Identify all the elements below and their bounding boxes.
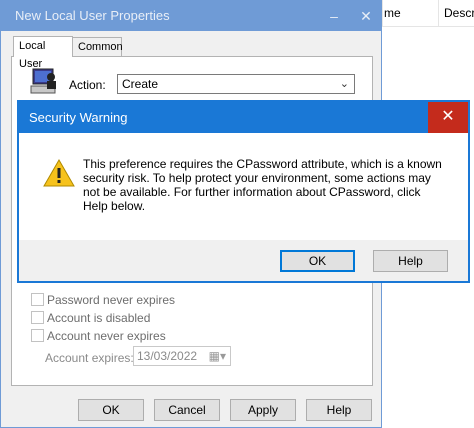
checkbox-box[interactable] — [31, 311, 44, 324]
checkbox-account-never-expires[interactable]: Account never expires — [31, 329, 166, 343]
chevron-down-icon: ⌄ — [339, 78, 349, 90]
checkbox-label: Account never expires — [47, 329, 166, 343]
list-header: me Descri — [382, 0, 474, 27]
action-select[interactable]: Create ⌄ — [117, 74, 355, 94]
account-expires-value: 13/03/2022 — [137, 349, 198, 363]
apply-button[interactable]: Apply — [230, 399, 296, 421]
security-warning-message: This preference requires the CPassword a… — [83, 157, 442, 213]
minimize-icon[interactable]: – — [325, 7, 343, 25]
account-expires-label: Account expires: — [45, 351, 134, 365]
column-header-name[interactable]: me — [384, 6, 401, 20]
dialog-help-button[interactable]: Help — [373, 250, 448, 272]
security-warning-title-bar[interactable]: Security Warning ✕ — [19, 102, 468, 133]
close-icon[interactable]: ✕ — [357, 7, 375, 25]
warning-icon — [43, 158, 75, 187]
checkbox-label: Password never expires — [47, 293, 176, 307]
column-header-description[interactable]: Descri — [444, 6, 474, 20]
tab-local-user[interactable]: Local User — [13, 36, 73, 70]
checkbox-box[interactable] — [31, 329, 44, 342]
account-expires-date-picker[interactable]: 13/03/2022 ▦▾ — [133, 346, 231, 366]
column-separator[interactable] — [438, 0, 439, 26]
tab-common[interactable]: Common — [72, 37, 123, 56]
dialog-ok-button[interactable]: OK — [280, 250, 355, 272]
calendar-icon[interactable]: ▦▾ — [209, 347, 226, 365]
checkbox-box[interactable] — [31, 293, 44, 306]
cancel-button[interactable]: Cancel — [154, 399, 220, 421]
checkbox-label: Account is disabled — [47, 311, 151, 325]
help-button[interactable]: Help — [306, 399, 372, 421]
checkbox-password-never-expires[interactable]: Password never expires — [31, 293, 175, 307]
properties-window-title: New Local User Properties — [15, 8, 170, 23]
action-label: Action: — [69, 78, 106, 92]
ok-button[interactable]: OK — [78, 399, 144, 421]
action-select-value: Create — [122, 77, 159, 91]
close-icon[interactable]: ✕ — [428, 102, 468, 133]
security-warning-title: Security Warning — [29, 110, 128, 125]
column-separator[interactable] — [382, 0, 383, 26]
properties-title-bar[interactable]: New Local User Properties – ✕ — [1, 1, 381, 31]
checkbox-account-is-disabled[interactable]: Account is disabled — [31, 311, 150, 325]
security-warning-dialog: Security Warning ✕ This preference requi… — [17, 100, 470, 283]
